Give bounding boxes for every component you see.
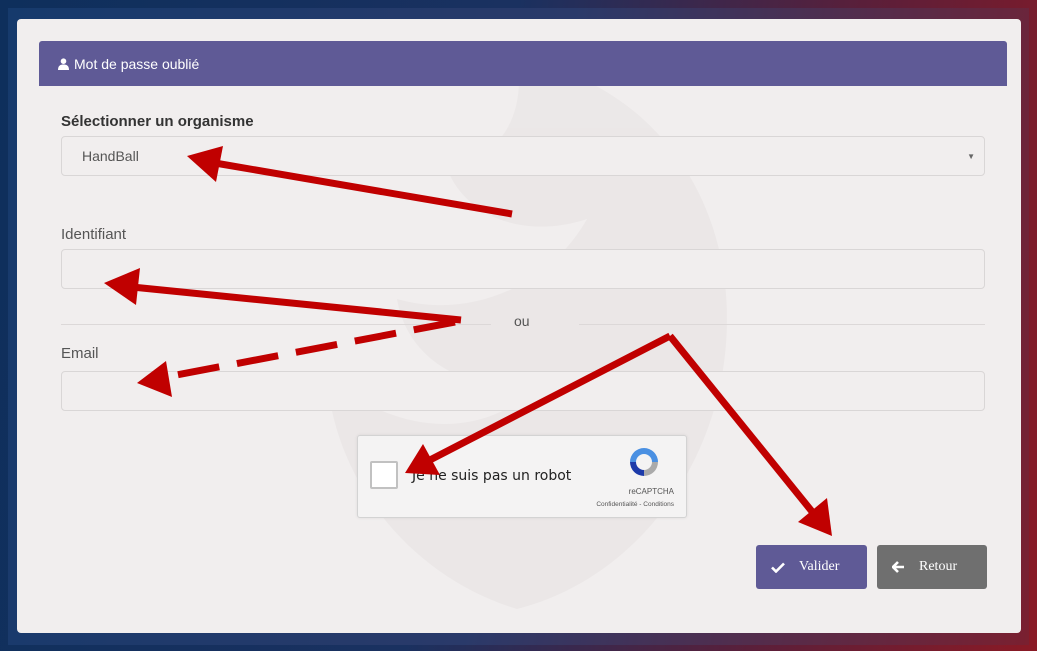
check-icon xyxy=(771,562,785,573)
forgot-password-panel: Mot de passe oublié Sélectionner un orga… xyxy=(17,19,1021,633)
user-icon xyxy=(58,57,69,70)
validate-button[interactable]: Valider xyxy=(756,545,867,589)
divider-right xyxy=(579,324,985,325)
back-button[interactable]: Retour xyxy=(877,545,987,589)
arrow-left-icon xyxy=(892,561,905,573)
separator-text: ou xyxy=(514,313,530,329)
panel-title: Mot de passe oublié xyxy=(74,55,200,72)
recaptcha-widget: Je ne suis pas un robot reCAPTCHA Confid… xyxy=(357,435,687,518)
email-label: Email xyxy=(61,345,99,362)
email-input[interactable] xyxy=(61,371,985,411)
recaptcha-logo-icon xyxy=(630,448,658,476)
identifier-input[interactable] xyxy=(61,249,985,289)
panel-header: Mot de passe oublié xyxy=(39,41,1007,86)
identifier-label: Identifiant xyxy=(61,226,127,243)
recaptcha-brand: reCAPTCHA xyxy=(628,487,674,496)
recaptcha-label: Je ne suis pas un robot xyxy=(412,468,572,484)
organism-selected-value: HandBall xyxy=(82,148,139,164)
validate-label: Valider xyxy=(799,559,840,574)
organism-select[interactable]: HandBall ▼ xyxy=(61,136,985,176)
recaptcha-checkbox[interactable] xyxy=(370,461,398,489)
caret-down-icon: ▼ xyxy=(967,152,975,161)
organism-label: Sélectionner un organisme xyxy=(61,113,254,130)
recaptcha-links[interactable]: Confidentialité - Conditions xyxy=(596,501,674,508)
back-label: Retour xyxy=(919,559,958,574)
divider-left xyxy=(61,324,491,325)
